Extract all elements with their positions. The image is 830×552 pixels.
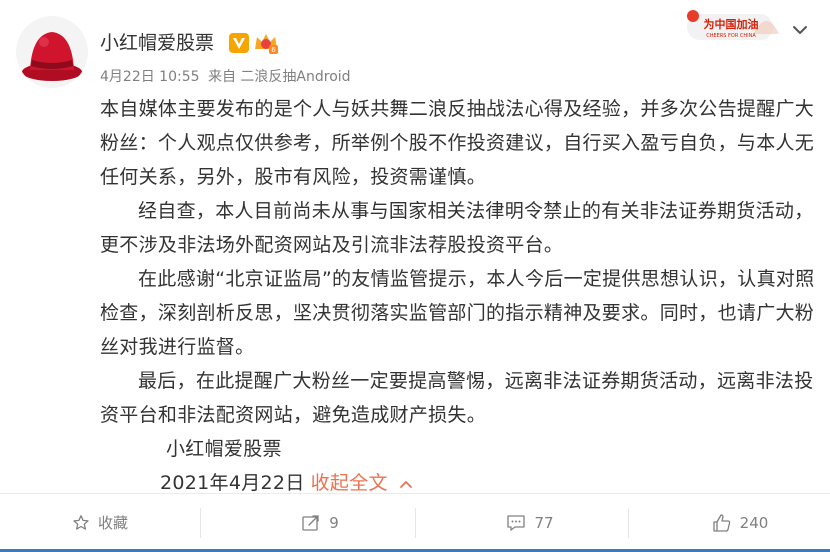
cheers-badge-text: 为中国加油 [704, 17, 759, 31]
favorite-label: 收藏 [97, 514, 128, 532]
repost-count: 9 [329, 513, 339, 532]
like-count: 240 [739, 513, 769, 532]
star-icon [73, 514, 89, 530]
sign-date: 2021年4月22日 [160, 472, 305, 494]
toolbar-divider [415, 508, 416, 538]
chevron-up-icon[interactable] [398, 476, 414, 492]
comment-count: 77 [534, 513, 554, 532]
post-paragraph-1: 本自媒体主要发布的是个人与妖共舞二浪反抽战法心得及经验，并多次公告提醒广大粉丝：… [100, 98, 815, 188]
toolbar-divider [628, 508, 629, 538]
post-signature: 小红帽爱股票 [166, 438, 282, 460]
post-time[interactable]: 4月22日 10:55 [100, 69, 200, 85]
repost-icon [302, 514, 319, 531]
svg-text:6: 6 [271, 46, 276, 54]
post-paragraph-3: 在此感谢“北京证监局”的友情监管提示，本人今后一定提供思想认识，认真对照检查，深… [100, 268, 815, 358]
cheers-for-china-badge: 为中国加油 CHEERS FOR CHINA [687, 10, 779, 40]
collapse-full-text-link[interactable]: 收起全文 [311, 472, 388, 494]
verified-v-icon [229, 33, 249, 53]
post-paragraph-2: 经自查，本人目前尚未从事与国家相关法律明令禁止的有关非法证券期货活动，更不涉及非… [100, 200, 814, 256]
member-crown-icon: 6 [255, 34, 278, 54]
like-button[interactable]: 240 [640, 494, 830, 551]
post-source: 来自 二浪反抽Android [207, 69, 351, 85]
avatar[interactable] [16, 16, 88, 88]
post-action-bar: 收藏 9 77 240 [0, 493, 830, 551]
repost-button[interactable]: 9 [220, 494, 420, 551]
chevron-down-icon[interactable] [790, 20, 810, 40]
post-paragraph-4: 最后，在此提醒广大粉丝一定要提高警惕，远离非法证券期货活动，远离非法投资平台和非… [100, 370, 814, 426]
comment-icon [507, 514, 526, 531]
toolbar-divider [200, 508, 201, 538]
username[interactable]: 小红帽爱股票 [100, 28, 214, 55]
favorite-button[interactable]: 收藏 [0, 494, 200, 551]
post-meta: 4月22日 10:55 来自 二浪反抽Android [100, 66, 351, 86]
red-hat-avatar-icon [16, 16, 88, 88]
comment-button[interactable]: 77 [430, 494, 630, 551]
cheers-badge-sub: CHEERS FOR CHINA [706, 33, 756, 39]
thumbs-up-icon [713, 513, 730, 532]
post-content: 本自媒体主要发布的是个人与妖共舞二浪反抽战法心得及经验，并多次公告提醒广大粉丝：… [100, 92, 820, 500]
